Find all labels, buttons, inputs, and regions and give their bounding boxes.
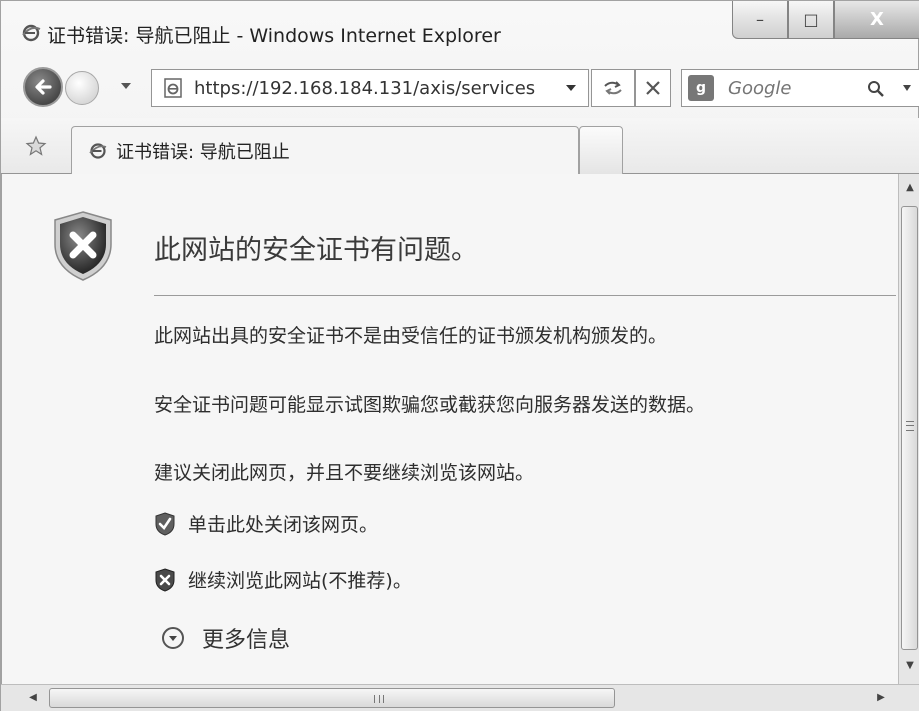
explanation-text: 此网站出具的安全证书不是由受信任的证书颁发机构颁发的。: [154, 325, 668, 347]
search-box[interactable]: g: [681, 69, 919, 107]
more-information-label: 更多信息: [202, 628, 291, 653]
address-dropdown-icon[interactable]: [564, 81, 578, 95]
ie-window: 证书错误: 导航已阻止 - Windows Internet Explorer …: [0, 0, 919, 711]
close-icon: X: [870, 9, 884, 30]
continue-to-website-link[interactable]: 继续浏览此网站(不推荐)。: [154, 566, 412, 593]
window-controls: – □ X: [732, 1, 919, 41]
maximize-button[interactable]: □: [788, 1, 834, 39]
page-icon: [164, 78, 182, 98]
stop-button[interactable]: [635, 69, 671, 107]
refresh-button[interactable]: [591, 69, 635, 107]
recommendation-text: 建议关闭此网页，并且不要继续浏览该网站。: [154, 462, 535, 484]
tab-certificate-error[interactable]: 证书错误: 导航已阻止: [71, 126, 579, 174]
tab-label: 证书错误: 导航已阻止: [116, 141, 290, 163]
shield-check-icon: [155, 511, 175, 536]
tab-bar: 证书错误: 导航已阻止: [1, 118, 919, 174]
risk-text: 安全证书问题可能显示试图欺骗您或截获您向服务器发送的数据。: [154, 394, 706, 416]
scroll-up-arrow-icon[interactable]: ▲: [904, 182, 916, 194]
more-information-toggle[interactable]: 更多信息: [162, 622, 290, 654]
maximize-icon: □: [803, 10, 819, 29]
recent-pages-dropdown-icon[interactable]: [119, 79, 133, 93]
security-shield-x-icon: [54, 211, 112, 281]
scroll-down-arrow-icon[interactable]: ▼: [904, 660, 916, 672]
address-input[interactable]: [194, 77, 544, 99]
horizontal-scroll-thumb[interactable]: [49, 688, 615, 708]
title-bar: 证书错误: 导航已阻止 - Windows Internet Explorer …: [1, 1, 919, 63]
expand-circle-icon: [162, 627, 184, 649]
new-tab-button[interactable]: [579, 126, 623, 174]
grip-icon: [906, 421, 914, 431]
close-page-link[interactable]: 单击此处关闭该网页。: [154, 510, 378, 537]
minimize-icon: –: [756, 10, 764, 29]
navigation-bar: g: [1, 63, 919, 113]
favorites-star-icon[interactable]: [25, 135, 47, 157]
search-icon[interactable]: [866, 79, 886, 99]
back-button[interactable]: [23, 67, 63, 107]
scroll-right-arrow-icon[interactable]: ▶: [875, 692, 887, 704]
continue-link-label: 继续浏览此网站(不推荐)。: [188, 570, 412, 592]
scroll-left-arrow-icon[interactable]: ◀: [27, 692, 39, 704]
grip-icon: [374, 695, 384, 703]
minimize-button[interactable]: –: [732, 1, 788, 39]
window-title: 证书错误: 导航已阻止 - Windows Internet Explorer: [47, 25, 501, 47]
vertical-scroll-thumb[interactable]: [901, 206, 918, 650]
shield-x-icon: [155, 567, 175, 592]
address-bar[interactable]: [151, 69, 589, 107]
refresh-icon: [604, 81, 622, 95]
ie-page-icon: [89, 142, 107, 159]
page-title: 此网站的安全证书有问题。: [154, 235, 478, 266]
horizontal-scrollbar[interactable]: ◀ ▶: [1, 684, 919, 711]
search-options-dropdown-icon[interactable]: [901, 82, 913, 94]
divider: [154, 295, 896, 296]
vertical-scrollbar[interactable]: ▲ ▼: [898, 174, 919, 684]
forward-button[interactable]: [65, 71, 99, 105]
close-page-link-label: 单击此处关闭该网页。: [188, 514, 379, 536]
stop-icon: [646, 81, 660, 95]
page-content: 此网站的安全证书有问题。 此网站出具的安全证书不是由受信任的证书颁发机构颁发的。…: [1, 174, 898, 684]
back-arrow-icon: [35, 79, 52, 95]
ie-logo-icon: [22, 24, 41, 42]
search-input[interactable]: [728, 77, 858, 99]
close-button[interactable]: X: [834, 1, 919, 39]
google-icon: g: [688, 75, 714, 101]
